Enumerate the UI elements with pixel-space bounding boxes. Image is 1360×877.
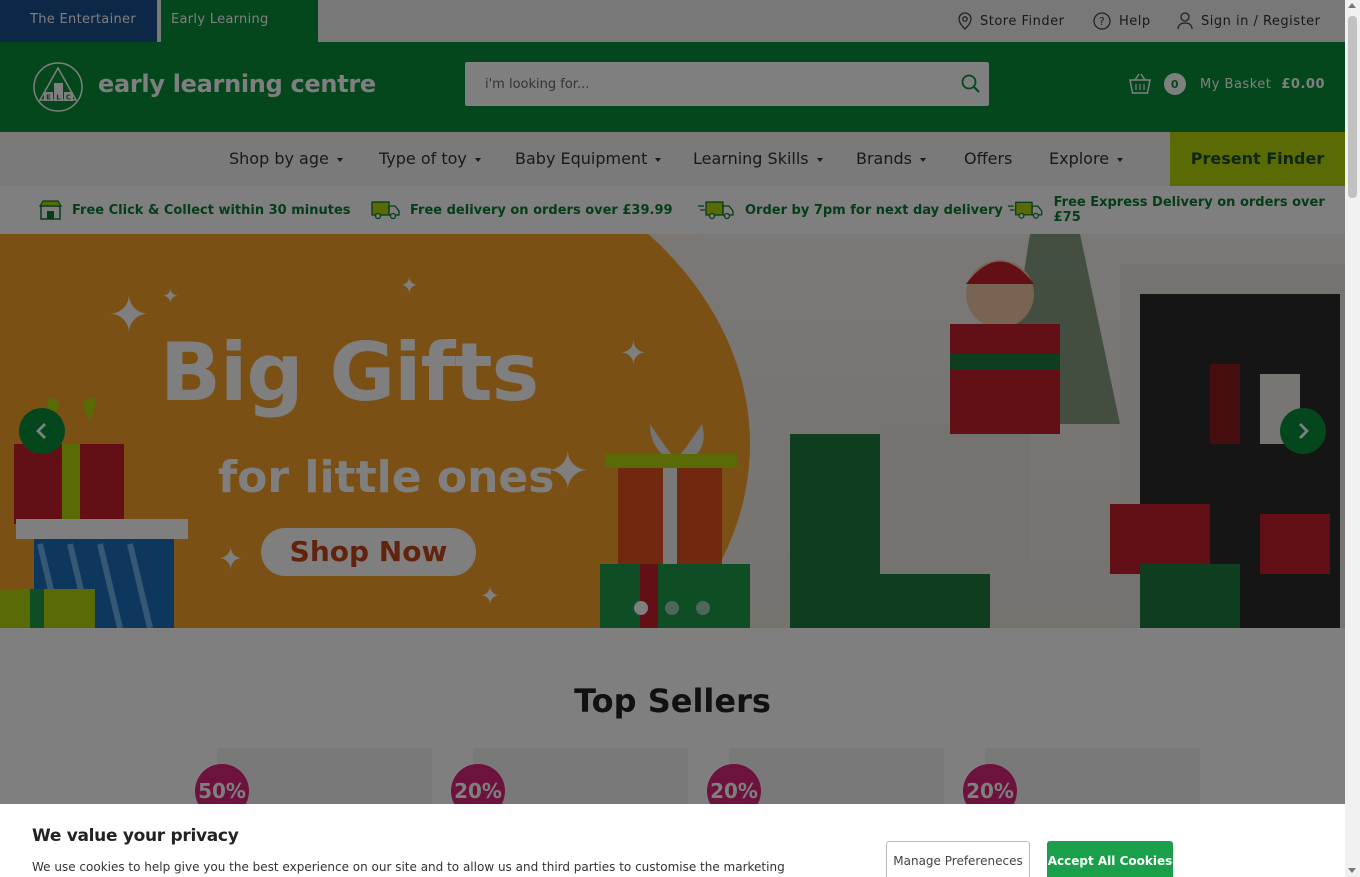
page-scrollbar[interactable] [1345, 0, 1360, 877]
modal-overlay [0, 0, 1345, 877]
page: The Entertainer Early Learning Centre St… [0, 0, 1345, 877]
accept-all-cookies-button[interactable]: Accept All Cookies [1047, 841, 1173, 877]
cookie-title: We value your privacy [32, 826, 239, 846]
scroll-up-arrow-icon[interactable] [1348, 3, 1356, 8]
scrollbar-thumb[interactable] [1348, 16, 1357, 198]
cookie-banner: We value your privacy We use cookies to … [0, 804, 1345, 877]
manage-preferences-button[interactable]: Manage Prefereneces [886, 841, 1030, 877]
cookie-text: We use cookies to help give you the best… [32, 860, 785, 874]
scroll-down-arrow-icon[interactable] [1348, 868, 1356, 873]
